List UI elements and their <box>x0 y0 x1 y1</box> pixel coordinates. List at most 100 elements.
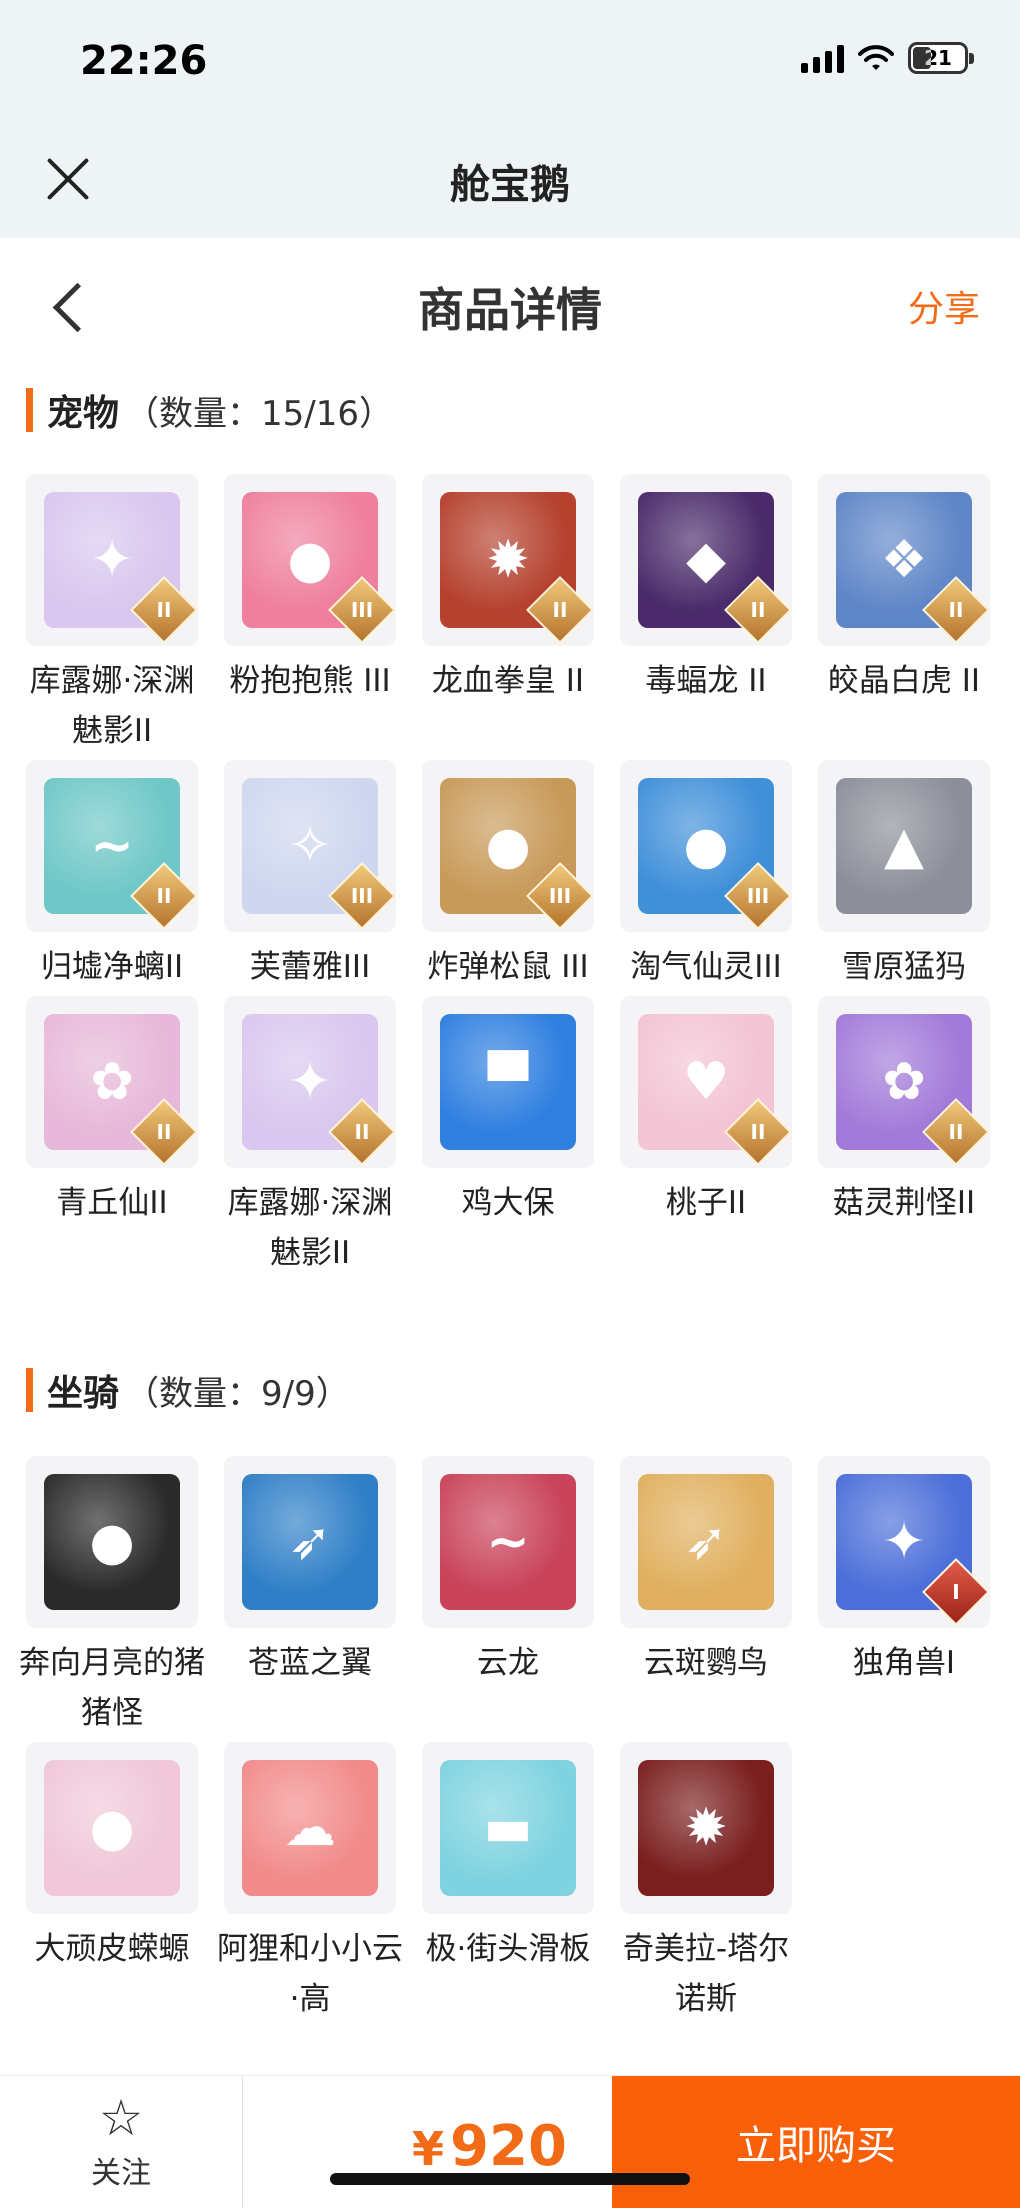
grid-item[interactable]: ➶ 云斑鹦鸟 <box>620 1456 792 1738</box>
grid-item[interactable]: ➶ 苍蓝之翼 <box>224 1456 396 1738</box>
item-name: 苍蓝之翼 <box>248 1645 372 1681</box>
item-name: 皎晶白虎 II <box>827 663 981 699</box>
item-name: 雪原猛犸 <box>842 949 966 985</box>
item-thumbnail: ● III <box>224 474 396 646</box>
grid-item[interactable]: ▬ 极·街头滑板 <box>422 1742 594 2024</box>
item-name: 龙血拳皇 II <box>431 663 585 699</box>
item-thumbnail: ~ II <box>26 760 198 932</box>
price-value: 920 <box>450 2114 567 2179</box>
nav-bar: 商品详情 分享 <box>0 238 1020 368</box>
grid-item[interactable]: ● III 淘气仙灵III <box>620 760 792 992</box>
item-image: ✹ <box>638 1760 774 1896</box>
grade-badge-label: III <box>350 598 374 622</box>
battery-icon: 21 <box>908 42 974 74</box>
grid-item[interactable]: ~ II 归墟净螭II <box>26 760 198 992</box>
grid-item[interactable]: ✦ II 库露娜·深渊魅影II <box>224 996 396 1278</box>
grid-item[interactable]: ❖ II 皎晶白虎 II <box>818 474 990 756</box>
item-name: 独角兽I <box>852 1645 956 1681</box>
buy-now-button[interactable]: 立即购买 <box>612 2076 1020 2208</box>
item-name: 大顽皮蝾螈 <box>34 1931 190 1967</box>
item-name: 云斑鹦鸟 <box>644 1645 768 1681</box>
item-name: 毒蝠龙 II <box>645 663 767 699</box>
grade-badge-label: II <box>948 1120 964 1144</box>
mounts-section-title: 坐骑 （数量：9/9） <box>26 1364 350 1416</box>
grid-item[interactable]: ~ 云龙 <box>422 1456 594 1738</box>
grid-item[interactable]: ✦ II 库露娜·深渊魅影II <box>26 474 198 756</box>
pets-section-title: 宠物 （数量：15/16） <box>26 384 393 436</box>
item-image: ▀ <box>440 1014 576 1150</box>
item-thumbnail: ▲ <box>818 760 990 932</box>
page-title: 商品详情 <box>418 283 602 337</box>
grid-item[interactable]: ✧ III 芙蕾雅III <box>224 760 396 992</box>
section-count: （数量：9/9） <box>125 1373 350 1414</box>
follow-button[interactable]: ☆ 关注 <box>0 2076 243 2208</box>
item-image: ▬ <box>440 1760 576 1896</box>
item-name: 淘气仙灵III <box>630 949 782 985</box>
grid-item[interactable]: ▲ 雪原猛犸 <box>818 760 990 992</box>
grid-item[interactable]: ● III 炸弹松鼠 III <box>422 760 594 992</box>
grid-item[interactable]: ✿ II 青丘仙II <box>26 996 198 1278</box>
item-thumbnail: ➶ <box>224 1456 396 1628</box>
item-thumbnail: ● <box>26 1742 198 1914</box>
item-thumbnail: ☁ <box>224 1742 396 1914</box>
item-image: ● <box>44 1474 180 1610</box>
grid-item[interactable]: ✿ II 菇灵荆怪II <box>818 996 990 1278</box>
star-icon: ☆ <box>98 2089 144 2147</box>
item-name: 奇美拉-塔尔诺斯 <box>622 1931 790 2017</box>
item-image: ➶ <box>638 1474 774 1610</box>
item-thumbnail: ➶ <box>620 1456 792 1628</box>
section-accent-bar <box>26 1368 33 1412</box>
grade-badge-label: II <box>750 598 766 622</box>
section-label: 坐骑 <box>47 1373 120 1414</box>
item-image: ▲ <box>836 778 972 914</box>
item-name: 菇灵荆怪II <box>832 1185 976 1221</box>
item-name: 奔向月亮的猪猪怪 <box>19 1645 205 1731</box>
currency-symbol: ¥ <box>412 2122 445 2176</box>
item-thumbnail: ● <box>26 1456 198 1628</box>
grade-badge-label: II <box>156 1120 172 1144</box>
item-thumbnail: ● III <box>620 760 792 932</box>
item-thumbnail: ✦ I <box>818 1456 990 1628</box>
grid-item[interactable]: ♥ II 桃子II <box>620 996 792 1278</box>
item-name: 炸弹松鼠 III <box>427 949 589 985</box>
bottom-bar: ☆ 关注 ¥920 立即购买 <box>0 2075 1020 2208</box>
mounts-grid: ● 奔向月亮的猪猪怪 ➶ 苍蓝之翼 ~ 云龙 ➶ 云斑鹦鸟 ✦ I 独角兽I ● 大顽皮蝾螈 ☁ 阿狸和小小… <box>19 1456 998 2024</box>
item-thumbnail: ✦ II <box>26 474 198 646</box>
status-and-header: 22:26 21 舱宝鹅 <box>0 0 1020 238</box>
grade-badge-label: III <box>746 884 770 908</box>
item-thumbnail: ~ <box>422 1456 594 1628</box>
grid-item[interactable]: ● 大顽皮蝾螈 <box>26 1742 198 2024</box>
item-thumbnail: ✧ III <box>224 760 396 932</box>
item-name: 芙蕾雅III <box>249 949 371 985</box>
item-name: 库露娜·深渊魅影II <box>29 663 195 749</box>
item-thumbnail: ▀ <box>422 996 594 1168</box>
item-name: 阿狸和小小云·高 <box>217 1931 403 2017</box>
section-label: 宠物 <box>47 393 120 434</box>
item-image: ☁ <box>242 1760 378 1896</box>
item-name: 极·街头滑板 <box>425 1931 591 1967</box>
grade-badge-label: III <box>350 884 374 908</box>
item-name: 库露娜·深渊魅影II <box>227 1185 393 1271</box>
share-button[interactable]: 分享 <box>908 280 980 332</box>
price: ¥920 <box>412 2114 567 2179</box>
status-time: 22:26 <box>80 38 208 84</box>
grade-badge-label: II <box>156 598 172 622</box>
item-thumbnail: ▬ <box>422 1742 594 1914</box>
grid-item[interactable]: ✹ II 龙血拳皇 II <box>422 474 594 756</box>
grade-badge-label: II <box>354 1120 370 1144</box>
item-thumbnail: ❖ II <box>818 474 990 646</box>
grid-item[interactable]: ✹ 奇美拉-塔尔诺斯 <box>620 1742 792 2024</box>
item-image: ● <box>44 1760 180 1896</box>
battery-level: 21 <box>924 46 952 70</box>
item-thumbnail: ✹ <box>620 1742 792 1914</box>
grid-item[interactable]: ● III 粉抱抱熊 III <box>224 474 396 756</box>
grid-item[interactable]: ✦ I 独角兽I <box>818 1456 990 1738</box>
item-thumbnail: ✿ II <box>818 996 990 1168</box>
item-thumbnail: ✦ II <box>224 996 396 1168</box>
miniapp-name: 舱宝鹅 <box>450 162 570 208</box>
grid-item[interactable]: ☁ 阿狸和小小云·高 <box>217 1742 403 2024</box>
grid-item[interactable]: ▀ 鸡大保 <box>422 996 594 1278</box>
item-thumbnail: ● III <box>422 760 594 932</box>
grid-item[interactable]: ● 奔向月亮的猪猪怪 <box>19 1456 205 1738</box>
grid-item[interactable]: ◆ II 毒蝠龙 II <box>620 474 792 756</box>
